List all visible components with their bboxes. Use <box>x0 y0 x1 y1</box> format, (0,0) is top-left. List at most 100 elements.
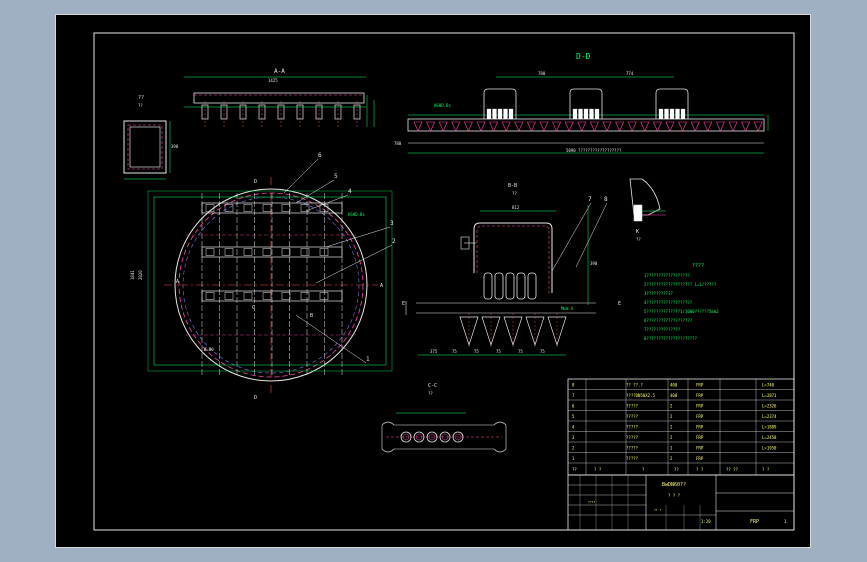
bb-dim-bottom: 75 <box>474 349 479 354</box>
plan-port <box>224 248 234 256</box>
dd-tube <box>492 108 497 120</box>
view-k: K ?? <box>629 178 666 242</box>
dd-cone <box>753 121 763 132</box>
small-section-label: ?? <box>138 103 143 108</box>
note-line-3: 3?????????3? <box>644 291 673 296</box>
bom-cell-remark: L=1950 <box>762 446 777 451</box>
bom-cell-name: ????? <box>626 456 639 461</box>
bom-cell-remark: L=2374 <box>762 414 777 419</box>
dd-cone <box>589 121 599 132</box>
bom-cell-name: ????DN50X2.5 <box>626 393 655 398</box>
plan-c: C <box>252 305 255 311</box>
view-d-d: D-D 780 774 HSHD.Bs 780 5890 ???????????… <box>394 52 769 154</box>
dd-note: HSHD.Bs <box>434 103 451 108</box>
drawing-title: BwDN60?? <box>662 482 686 488</box>
dd-cone <box>690 121 700 132</box>
dd-cone <box>715 121 725 132</box>
bb-dim-bottom: 75 <box>452 349 457 354</box>
bom-cell-mat: FRP <box>696 435 704 440</box>
bb-tube <box>494 272 504 300</box>
plan-port <box>319 248 329 256</box>
bb-tube <box>505 272 515 300</box>
dd-cone <box>627 121 637 132</box>
bom-header-no: ?? <box>572 467 577 472</box>
bb-part-8: 8 <box>604 196 608 203</box>
bom-cell-qty: 2 <box>670 456 673 461</box>
bom-cell-mat: FRP <box>696 393 704 398</box>
bom-cell-remark: L=2871 <box>762 393 777 398</box>
plan-port <box>224 292 234 300</box>
drawing-subtitle: ? ? ? <box>668 493 681 498</box>
bom-header-mat: ? ? <box>696 467 704 472</box>
bom-cell-no: 8 <box>572 383 575 388</box>
notes-title: ???? <box>692 263 704 269</box>
bom-cell-mat: FRP <box>696 404 704 409</box>
plan-dim-left: 1841 <box>130 270 135 280</box>
bom-cell-name: ?? ??.? <box>626 383 643 388</box>
dd-cone <box>564 121 574 132</box>
small-section-title: ?? <box>138 95 144 101</box>
dd-tube <box>594 108 600 120</box>
bom-cell-mat: FRP <box>696 425 704 430</box>
note-line-5: 5??????????????1/1000??????5mm2 <box>644 309 719 314</box>
dd-cone <box>652 121 662 132</box>
bom-cell-no: 3 <box>572 435 575 440</box>
bom-cell-mat: FRP <box>696 456 704 461</box>
plan-port <box>262 292 272 300</box>
view-k-title: K <box>636 229 639 235</box>
cad-model-viewport[interactable]: A-A 1425 ?? ?? 390 D-D 780 774 HSHD.Bs 7… <box>55 14 811 548</box>
plan-port <box>243 248 253 256</box>
title-block: BwDN60?? ? ? ? 1:20 FRP 1 ???? ?? ? <box>567 474 795 531</box>
dd-tube <box>583 108 589 120</box>
bom-cell-remark: L=1889 <box>762 425 777 430</box>
dd-tube <box>589 108 594 120</box>
bb-dim-side: 390 <box>590 261 598 266</box>
dd-tube <box>486 108 492 120</box>
bom-cell-remark: L=2458 <box>762 435 777 440</box>
dd-tube <box>503 108 508 120</box>
dd-cone <box>703 121 713 132</box>
plan-port <box>262 248 272 256</box>
bb-dim-bottom: 75 <box>518 349 523 354</box>
bb-tube <box>527 272 537 300</box>
plan-port <box>243 204 253 212</box>
bom-cell-no: 2 <box>572 446 575 451</box>
technical-notes: ???? 1?????????????????? 2??????????????… <box>644 263 719 341</box>
plan-part-number: 5 <box>334 173 338 180</box>
view-a-a-dim: 1425 <box>268 78 278 83</box>
plan-leader <box>295 314 367 364</box>
dd-tube <box>658 108 664 120</box>
dd-cone <box>552 121 562 132</box>
bom-header-remark: ? ? <box>762 467 770 472</box>
bom-header-name: ? <box>642 467 645 472</box>
small-section-dim: 390 <box>171 144 179 149</box>
note-line-1: 1?????????????????? <box>644 273 690 278</box>
plan-port <box>319 292 329 300</box>
bb-tube <box>483 272 493 300</box>
dd-cone <box>438 121 448 132</box>
dd-dim-total: 5890 ?????????????????? <box>566 148 622 153</box>
bom-cell-qty: 2 <box>670 414 673 419</box>
dd-cone <box>741 121 751 132</box>
plan-port <box>205 292 215 300</box>
dd-cone <box>615 121 625 132</box>
plan-dim-left2: 2820 <box>138 270 143 280</box>
dd-tube <box>664 108 669 120</box>
dd-cone <box>526 121 536 132</box>
plan-d-top: D <box>254 179 257 185</box>
bom-cell-mat: FRP <box>696 446 704 451</box>
dd-cone <box>678 121 688 132</box>
view-b-b: B-B ?? 812 E E 7 8 390 Mmm.h 375 75 75 75 75… <box>402 183 621 356</box>
bom-cell-remark: L=2326 <box>762 404 777 409</box>
plan-note-left: Ø=80 <box>204 347 214 352</box>
bom-cell-no: 1 <box>572 456 575 461</box>
bb-dim-w: 812 <box>512 205 520 210</box>
bb-note: Mmm.h <box>561 306 574 311</box>
drawing-material: FRP <box>750 519 759 525</box>
plan-a-right: A <box>380 283 383 289</box>
view-plan: 1841 2820 D D A A B C HSHD.Bs Ø=80 6 5 4 3 2… <box>130 152 396 401</box>
dd-tube <box>572 108 578 120</box>
plan-part-number: 1 <box>366 356 370 363</box>
drawing-scale: 1:20 <box>701 519 711 524</box>
dd-cone <box>577 121 587 132</box>
